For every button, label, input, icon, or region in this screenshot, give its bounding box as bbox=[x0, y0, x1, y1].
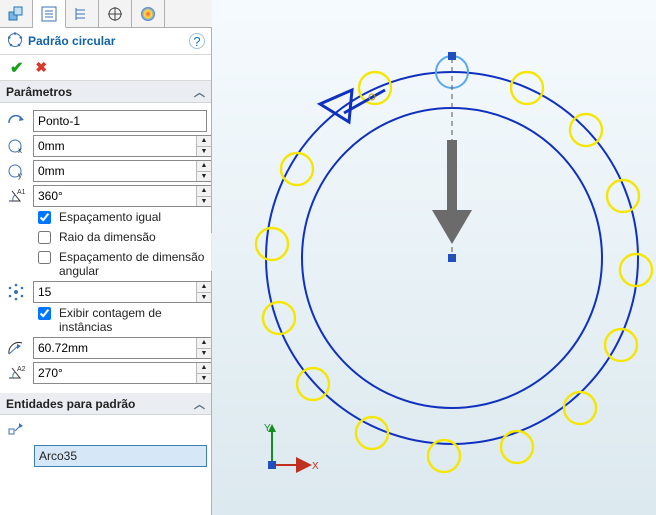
tab-dimxpert[interactable] bbox=[99, 0, 132, 27]
angle-input[interactable] bbox=[33, 185, 212, 207]
confirm-cancel-row: ✔ ✖ bbox=[0, 55, 211, 81]
radius-icon bbox=[4, 337, 28, 359]
tab-assembly[interactable] bbox=[0, 0, 33, 27]
instances-input[interactable] bbox=[33, 281, 212, 303]
seed-angle-down[interactable]: ▼ bbox=[196, 374, 211, 384]
center-point-input[interactable] bbox=[33, 110, 207, 132]
seed-angle-up[interactable]: ▲ bbox=[196, 363, 211, 374]
confirm-button[interactable]: ✔ bbox=[10, 58, 23, 78]
graphics-area[interactable]: X Y bbox=[212, 0, 656, 515]
angular-dim-spacing-label[interactable]: Espaçamento de dimensão angular bbox=[59, 250, 207, 278]
center-x-icon: x bbox=[4, 135, 28, 157]
total-angle-icon: A1 bbox=[4, 185, 28, 207]
feature-title: Padrão circular bbox=[28, 34, 115, 48]
center-x-up[interactable]: ▲ bbox=[196, 136, 211, 147]
entity-item[interactable]: Arco35 bbox=[34, 445, 207, 467]
center-y-up[interactable]: ▲ bbox=[196, 161, 211, 172]
svg-text:A2: A2 bbox=[17, 366, 26, 373]
help-button[interactable]: ? bbox=[189, 33, 205, 49]
center-x-down[interactable]: ▼ bbox=[196, 147, 211, 157]
instances-down[interactable]: ▼ bbox=[196, 293, 211, 303]
seed-angle-input[interactable] bbox=[33, 362, 212, 384]
instances-up[interactable]: ▲ bbox=[196, 282, 211, 293]
tab-feature-tree[interactable] bbox=[33, 0, 66, 28]
seed-angle-icon: A2 bbox=[4, 362, 28, 384]
section-header-parametros[interactable]: Parâmetros ︿ bbox=[0, 81, 211, 103]
center-y-down[interactable]: ▼ bbox=[196, 172, 211, 182]
property-panel: Padrão circular ? ✔ ✖ Parâmetros ︿ x ▲▼ bbox=[0, 28, 212, 515]
svg-text:y: y bbox=[18, 171, 22, 180]
section-header-entidades[interactable]: Entidades para padrão ︿ bbox=[0, 393, 211, 415]
radius-up[interactable]: ▲ bbox=[196, 338, 211, 349]
dimension-radius-label[interactable]: Raio da dimensão bbox=[59, 230, 156, 244]
svg-text:Y: Y bbox=[264, 423, 271, 434]
show-instance-count-label[interactable]: Exibir contagem de instâncias bbox=[59, 306, 207, 334]
angle-down[interactable]: ▼ bbox=[196, 197, 211, 207]
tab-config[interactable] bbox=[66, 0, 99, 27]
section-label: Parâmetros bbox=[6, 85, 72, 99]
sketch-pattern[interactable] bbox=[256, 52, 652, 472]
entidades-body: Arco35 bbox=[0, 415, 211, 475]
center-x-input[interactable] bbox=[33, 135, 212, 157]
dimension-radius-checkbox[interactable] bbox=[38, 231, 51, 244]
svg-text:x: x bbox=[18, 146, 22, 155]
svg-text:A1: A1 bbox=[17, 189, 26, 196]
direction-arrow-icon[interactable] bbox=[432, 140, 472, 244]
show-instance-count-checkbox[interactable] bbox=[38, 307, 51, 320]
collapse-icon[interactable]: ︿ bbox=[194, 84, 205, 100]
circular-pattern-icon bbox=[6, 31, 24, 52]
origin-gizmo: X Y bbox=[264, 423, 319, 472]
radius-input[interactable] bbox=[33, 337, 212, 359]
entities-icon bbox=[4, 421, 28, 443]
svg-text:X: X bbox=[312, 461, 319, 472]
equal-spacing-label[interactable]: Espaçamento igual bbox=[59, 210, 161, 224]
feature-header: Padrão circular ? bbox=[0, 28, 211, 55]
equal-spacing-checkbox[interactable] bbox=[38, 211, 51, 224]
tab-appearances[interactable] bbox=[132, 0, 165, 27]
angle-up[interactable]: ▲ bbox=[196, 186, 211, 197]
cancel-button[interactable]: ✖ bbox=[35, 59, 47, 76]
entity-label: Arco35 bbox=[39, 449, 77, 463]
parametros-body: x ▲▼ y ▲▼ A1 ▲▼ bbox=[0, 103, 211, 393]
center-y-input[interactable] bbox=[33, 160, 212, 182]
collapse-icon[interactable]: ︿ bbox=[194, 396, 205, 412]
center-y-icon: y bbox=[4, 160, 28, 182]
instances-icon bbox=[4, 281, 28, 303]
angular-dim-spacing-checkbox[interactable] bbox=[38, 251, 51, 264]
radius-down[interactable]: ▼ bbox=[196, 349, 211, 359]
center-point-icon bbox=[4, 110, 28, 132]
section-label: Entidades para padrão bbox=[6, 397, 135, 411]
